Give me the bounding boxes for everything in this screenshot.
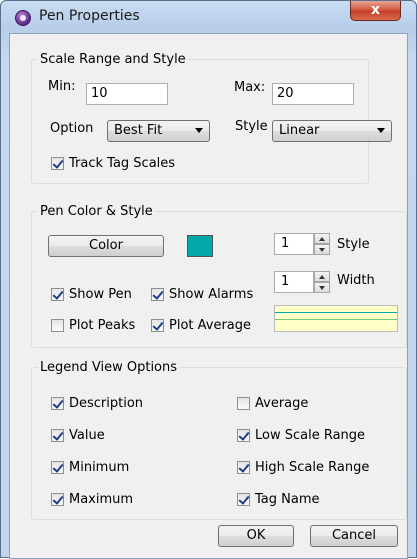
chevron-down-icon [377, 128, 385, 133]
option-select[interactable]: Best Fit [107, 120, 210, 142]
legend-option-label: Low Scale Range [255, 428, 366, 443]
spin-up-icon[interactable] [314, 233, 330, 244]
legend-option-label: Maximum [69, 492, 134, 507]
style-select-value: Linear [279, 123, 320, 138]
color-button[interactable]: Color [48, 235, 164, 257]
checkbox-box[interactable] [51, 461, 64, 474]
legend-option-label: Minimum [69, 460, 130, 475]
checkbox-box[interactable] [151, 319, 164, 332]
ok-button[interactable]: OK [218, 525, 294, 547]
pen-preview [274, 305, 398, 332]
style-spinner[interactable]: 1 [274, 233, 330, 255]
style-spinner-value[interactable]: 1 [274, 233, 314, 255]
option-select-value: Best Fit [114, 123, 163, 138]
plot-peaks-label: Plot Peaks [69, 318, 136, 333]
checkbox-box[interactable] [237, 493, 250, 506]
checkbox-box[interactable] [51, 429, 64, 442]
legend-option-label: Description [69, 396, 144, 411]
checkbox-box[interactable] [237, 429, 250, 442]
dialog-client-area: Scale Range and Style Min: 10 Max: 20 Op… [9, 33, 408, 559]
min-input[interactable]: 10 [86, 83, 168, 105]
spinner-width-label: Width [337, 273, 375, 288]
chevron-down-icon [195, 128, 203, 133]
checkbox-box[interactable] [151, 288, 164, 301]
pen-color-legend: Pen Color & Style [40, 204, 153, 219]
checkbox-box[interactable] [237, 461, 250, 474]
spin-up-icon[interactable] [314, 271, 330, 282]
checkbox-box[interactable] [51, 157, 64, 170]
width-spinner[interactable]: 1 [274, 271, 330, 293]
plot-average-label: Plot Average [169, 318, 252, 333]
window-title: Pen Properties [39, 8, 140, 24]
spin-down-icon[interactable] [314, 282, 330, 293]
track-tag-scales-label: Track Tag Scales [69, 156, 176, 171]
checkbox-box[interactable] [51, 397, 64, 410]
spinner-style-label: Style [337, 237, 370, 252]
checkbox-box[interactable] [51, 493, 64, 506]
legend-option-label: Value [69, 428, 105, 443]
max-label: Max: [234, 80, 266, 95]
checkbox-box[interactable] [51, 288, 64, 301]
checkbox-box[interactable] [51, 319, 64, 332]
style-label: Style [235, 119, 268, 134]
show-alarms-label: Show Alarms [169, 287, 254, 302]
pen-color-swatch [187, 235, 213, 257]
option-label: Option [50, 121, 94, 136]
dialog-window: Pen Properties x Scale Range and Style M… [0, 0, 417, 559]
min-label: Min: [48, 79, 76, 94]
close-button[interactable]: x [350, 1, 401, 21]
preview-line-green [275, 319, 397, 320]
legend-option-label: Tag Name [255, 492, 320, 507]
checkbox-box[interactable] [237, 397, 250, 410]
cancel-button[interactable]: Cancel [310, 525, 398, 547]
preview-line-teal [275, 312, 397, 313]
style-select[interactable]: Linear [272, 120, 392, 142]
legend-option-label: Average [255, 396, 309, 411]
title-bar[interactable]: Pen Properties x [1, 1, 416, 33]
legend-option-label: High Scale Range [255, 460, 370, 475]
legend-view-legend: Legend View Options [40, 360, 178, 375]
pen-app-icon [15, 10, 31, 26]
max-input[interactable]: 20 [272, 83, 354, 105]
width-spinner-value[interactable]: 1 [274, 271, 314, 293]
show-pen-label: Show Pen [69, 287, 132, 302]
spin-down-icon[interactable] [314, 244, 330, 255]
scale-range-legend: Scale Range and Style [40, 52, 186, 67]
